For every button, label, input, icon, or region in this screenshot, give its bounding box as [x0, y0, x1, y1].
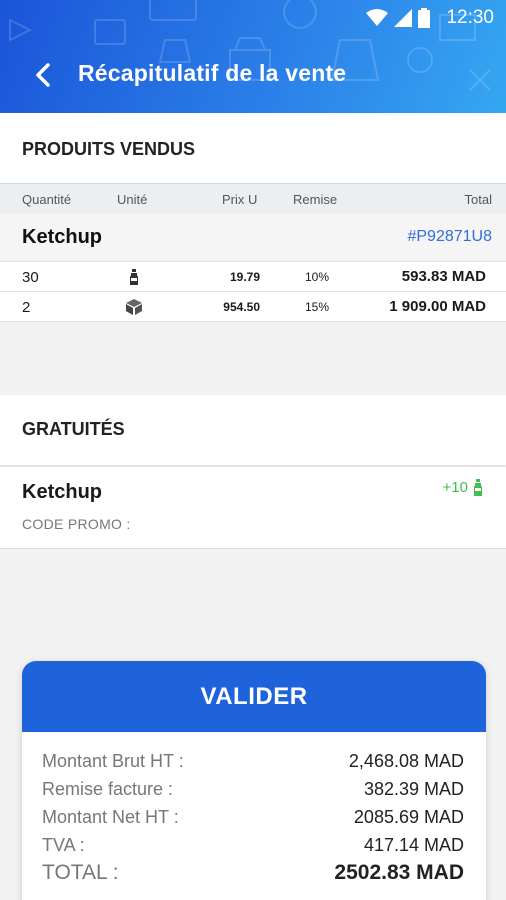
app-bar: 12:30 Récapitulatif de la vente — [0, 0, 506, 113]
row-total: 593.83 MAD — [401, 268, 486, 285]
summary-row-total: TOTAL : 2502.83 MAD — [42, 861, 464, 890]
gifts-section-title: GRATUITÉS — [22, 419, 125, 439]
gift-quantity: +10 — [443, 479, 484, 496]
battery-icon — [418, 8, 430, 28]
summary-label: TOTAL : — [42, 861, 119, 884]
col-header-total: Total — [464, 192, 492, 207]
back-arrow-icon — [36, 63, 50, 87]
table-row: 30 19.79 10% 593.83 MAD — [0, 261, 506, 291]
table-column-headers: Quantité Unité Prix U Remise Total — [0, 183, 506, 213]
wifi-icon — [366, 9, 388, 26]
summary-value: 382.39 MAD — [363, 779, 464, 799]
status-bar: 12:30 — [0, 0, 506, 34]
summary-row-gross: Montant Brut HT : 2,468.08 MAD — [42, 751, 464, 779]
table-row: 2 954.50 15% 1 909.00 MAD — [0, 291, 506, 322]
row-quantity: 30 — [22, 269, 39, 286]
summary-label: Montant Brut HT : — [42, 751, 184, 771]
gift-product-name: Ketchup — [22, 481, 102, 503]
back-button[interactable] — [28, 58, 58, 92]
products-section-title: PRODUITS VENDUS — [22, 139, 196, 159]
col-header-discount: Remise — [293, 192, 338, 207]
summary-value: 417.14 MAD — [363, 835, 464, 855]
summary-label: Remise facture : — [42, 779, 174, 799]
status-time: 12:30 — [446, 7, 494, 28]
row-unit-price: 954.50 — [223, 300, 260, 314]
gift-item: Ketchup CODE PROMO : +10 — [0, 467, 506, 549]
row-total: 1 909.00 MAD — [389, 298, 486, 315]
signal-icon — [394, 9, 412, 27]
summary-card: VALIDER Montant Brut HT : 2,468.08 MAD R… — [22, 661, 486, 900]
summary-row-vat: TVA : 417.14 MAD — [42, 835, 464, 863]
row-discount: 15% — [305, 300, 330, 314]
summary-row-net: Montant Net HT : 2085.69 MAD — [42, 807, 464, 835]
summary-total-value: 2502.83 MAD — [334, 861, 464, 884]
summary-value: 2085.69 MAD — [353, 807, 464, 827]
col-header-quantity: Quantité — [22, 192, 72, 207]
bottle-icon — [130, 269, 138, 285]
product-title-row: Ketchup #P92871U8 — [0, 213, 506, 260]
row-quantity: 2 — [22, 299, 31, 316]
product-code: #P92871U8 — [407, 228, 492, 245]
status-icons — [366, 8, 430, 28]
gifts-section-header: GRATUITÉS — [0, 395, 506, 465]
page-title: Récapitulatif de la vente — [78, 60, 347, 86]
gift-quantity-value: +10 — [442, 479, 468, 496]
row-discount: 10% — [305, 270, 330, 284]
row-unit-price: 19.79 — [229, 270, 260, 284]
summary-label: Montant Net HT : — [42, 807, 179, 827]
bottle-icon — [474, 479, 482, 496]
promo-code-label: CODE PROMO : — [22, 516, 131, 532]
box-icon — [126, 299, 142, 315]
summary-row-invoice-discount: Remise facture : 382.39 MAD — [42, 779, 464, 807]
validate-button[interactable]: VALIDER — [22, 661, 486, 732]
col-header-unit-price: Prix U — [222, 192, 258, 207]
summary-value: 2,468.08 MAD — [348, 751, 464, 771]
product-name: Ketchup — [22, 226, 102, 248]
summary-label: TVA : — [42, 835, 85, 855]
products-section-header: PRODUITS VENDUS — [0, 113, 506, 183]
col-header-unit: Unité — [117, 192, 148, 207]
